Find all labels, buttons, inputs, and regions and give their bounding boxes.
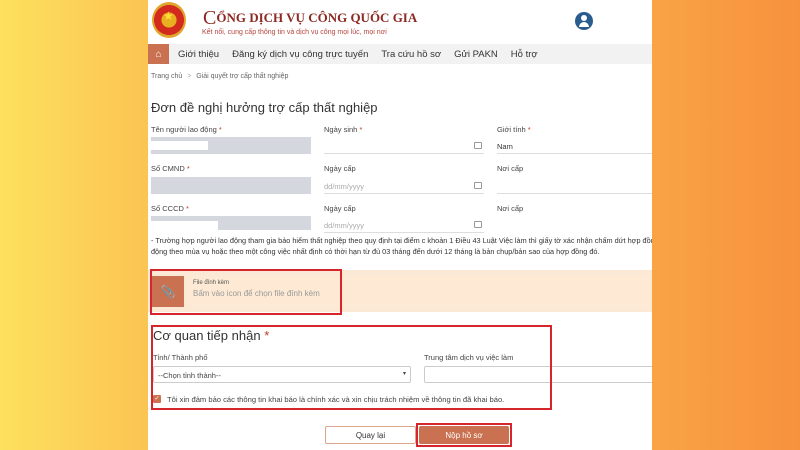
nav-lookup[interactable]: Tra cứu hồ sơ xyxy=(381,49,441,60)
breadcrumb-current: Giải quyết trợ cấp thất nghiệp xyxy=(196,73,289,80)
cccd-field[interactable] xyxy=(151,216,311,230)
main-nav: ⌂ Giới thiệu Đăng ký dịch vụ công trực t… xyxy=(148,44,652,64)
calendar-icon[interactable] xyxy=(474,221,482,228)
cmnd-date-label: Ngày cấp xyxy=(324,164,356,173)
breadcrumb-home[interactable]: Trang chủ xyxy=(151,73,182,80)
required-mark: * xyxy=(186,204,189,213)
label-text: Tên người lao động xyxy=(151,125,217,134)
nav-feedback[interactable]: Gửi PAKN xyxy=(454,49,498,60)
cmnd-label: Số CMND * xyxy=(151,164,190,173)
name-field[interactable] xyxy=(151,137,311,154)
required-mark: * xyxy=(359,125,363,134)
home-icon[interactable]: ⌂ xyxy=(148,44,169,64)
cmnd-place-field[interactable] xyxy=(497,177,652,194)
highlight-box-agency xyxy=(151,325,552,410)
national-emblem-logo: ★ xyxy=(152,2,186,38)
cmnd-date-field[interactable]: dd/mm/yyyy xyxy=(324,177,484,194)
cmnd-field[interactable] xyxy=(151,177,311,194)
brand-text: ỔNG DỊCH VỤ CÔNG QUỐC GIA xyxy=(216,10,418,25)
dob-field[interactable] xyxy=(324,137,484,154)
cccd-date-label: Ngày cấp xyxy=(324,204,356,213)
dob-label: Ngày sinh * xyxy=(324,125,362,134)
breadcrumb-separator: > xyxy=(187,73,192,80)
required-mark: * xyxy=(218,125,222,134)
cmnd-place-label: Nơi cấp xyxy=(497,164,524,173)
redacted-value xyxy=(151,141,208,150)
calendar-icon[interactable] xyxy=(474,142,482,149)
nav-support[interactable]: Hỗ trợ xyxy=(511,49,538,60)
back-button[interactable]: Quay lại xyxy=(325,426,416,444)
required-mark: * xyxy=(186,164,190,173)
user-account-icon[interactable] xyxy=(575,12,593,30)
label-text: Giới tính xyxy=(497,125,526,134)
brand-initial: C xyxy=(203,7,217,29)
gender-select[interactable]: Nam xyxy=(497,137,652,154)
name-label: Tên người lao động * xyxy=(151,125,222,134)
page: ★ CỔNG DỊCH VỤ CÔNG QUỐC GIA Kết nối, cu… xyxy=(148,0,652,450)
placeholder: dd/mm/yyyy xyxy=(324,221,365,230)
nav-intro[interactable]: Giới thiệu xyxy=(178,49,219,60)
page-title: Đơn đề nghị hưởng trợ cấp thất nghiệp xyxy=(151,100,378,115)
nav-register[interactable]: Đăng ký dịch vụ công trực tuyến xyxy=(232,49,368,60)
cccd-date-field[interactable]: dd/mm/yyyy xyxy=(324,216,484,233)
redacted-value xyxy=(151,221,218,230)
breadcrumb: Trang chủ > Giải quyết trợ cấp thất nghi… xyxy=(151,73,288,80)
note-text: - Trường hợp người lao động tham gia bảo… xyxy=(151,236,652,256)
label-text: Số CMND xyxy=(151,164,185,173)
calendar-icon[interactable] xyxy=(474,182,482,189)
highlight-box-attachment xyxy=(150,269,342,315)
highlight-box-submit xyxy=(416,423,512,447)
required-mark: * xyxy=(527,125,531,134)
gender-label: Giới tính * xyxy=(497,125,531,134)
placeholder: dd/mm/yyyy xyxy=(324,182,365,191)
cccd-place-label: Nơi cấp xyxy=(497,204,524,213)
brand-title[interactable]: CỔNG DỊCH VỤ CÔNG QUỐC GIA xyxy=(203,7,417,30)
slogan: Kết nối, cung cấp thông tin và dịch vụ c… xyxy=(202,29,387,36)
cccd-label: Số CCCD * xyxy=(151,204,189,213)
label-text: Ngày sinh xyxy=(324,125,358,134)
label-text: Số CCCD xyxy=(151,204,184,213)
